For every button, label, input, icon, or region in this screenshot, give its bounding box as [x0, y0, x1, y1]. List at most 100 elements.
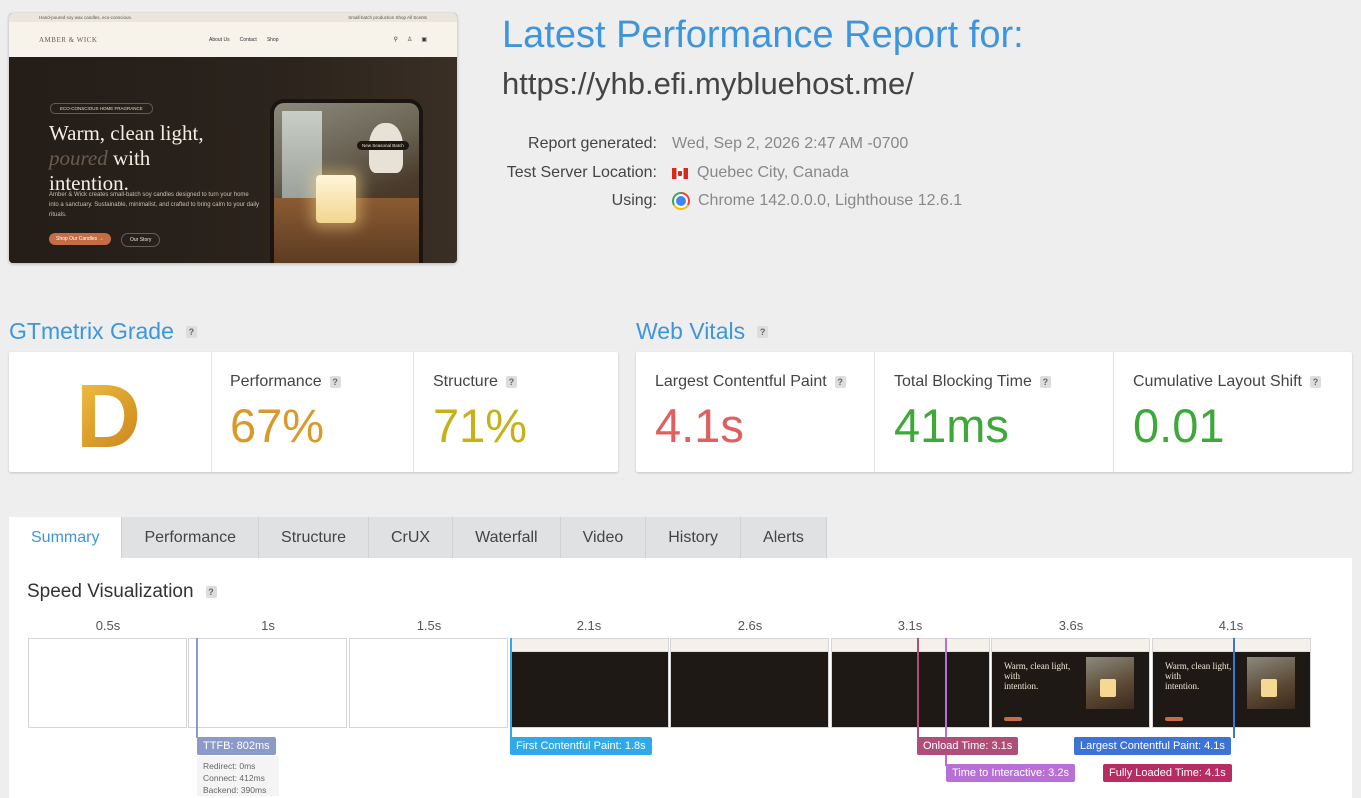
- grade-help-icon[interactable]: ?: [185, 325, 197, 338]
- filmstrip-frame-blank[interactable]: [188, 638, 347, 728]
- thumb-cart-icon: ▣: [421, 37, 427, 43]
- thumb-nav-about: About Us: [209, 36, 230, 43]
- filmstrip-frame-hero[interactable]: Warm, clean light, with intention.: [1152, 638, 1311, 728]
- cls-cell: Cumulative Layout Shift? 0.01: [1114, 352, 1352, 472]
- chrome-icon: [672, 192, 690, 210]
- tab-alerts[interactable]: Alerts: [741, 517, 827, 558]
- tab-video[interactable]: Video: [560, 517, 647, 558]
- structure-value: 71%: [433, 399, 528, 452]
- report-tabs: Summary Performance Structure CrUX Water…: [9, 517, 827, 558]
- thumb-topbar-right: Small-batch production Shop All Scents: [348, 15, 427, 20]
- tbt-cell: Total Blocking Time? 41ms: [875, 352, 1114, 472]
- structure-label: Structure: [433, 373, 498, 390]
- thumb-candle-photo: [274, 103, 419, 263]
- time-label: 4.1s: [1218, 618, 1244, 633]
- filmstrip-frame-blank[interactable]: [28, 638, 187, 728]
- connect-time: Connect: 412ms: [203, 773, 265, 783]
- location-value-row: Quebec City, Canada: [672, 164, 849, 182]
- location-label: Test Server Location:: [506, 164, 657, 181]
- performance-help-icon[interactable]: ?: [329, 376, 341, 388]
- using-value: Chrome 142.0.0.0, Lighthouse 12.6.1: [698, 192, 963, 209]
- speed-visualization-heading: Speed Visualization ?: [27, 581, 217, 603]
- lcp-label: Largest Contentful Paint: [655, 373, 827, 390]
- time-label: 1.5s: [416, 618, 442, 633]
- tbt-value: 41ms: [894, 399, 1009, 452]
- thumb-pill: ECO-CONSCIOUS HOME FRAGRANCE: [50, 103, 153, 114]
- lcp-marker: Largest Contentful Paint: 4.1s: [1074, 737, 1231, 755]
- vitals-help-icon[interactable]: ?: [757, 325, 769, 338]
- gtmetrix-grade-title: GTmetrix Grade: [9, 318, 174, 344]
- thumb-hero: ECO-CONSCIOUS HOME FRAGRANCE Warm, clean…: [9, 57, 457, 263]
- thumb-search-icon: ⚲: [393, 37, 398, 43]
- cls-help-icon[interactable]: ?: [1309, 376, 1321, 388]
- time-label: 0.5s: [95, 618, 121, 633]
- speed-help-icon[interactable]: ?: [205, 586, 217, 598]
- thumb-headline-with: with: [107, 146, 151, 170]
- thumb-shop-button: Shop Our Candles →: [49, 233, 111, 245]
- cls-value: 0.01: [1133, 399, 1225, 452]
- tab-summary[interactable]: Summary: [9, 517, 123, 558]
- tti-marker: Time to Interactive: 3.2s: [946, 764, 1075, 782]
- report-generated-label: Report generated:: [528, 135, 657, 152]
- thumb-headline-italic: poured: [49, 146, 108, 170]
- grade-cell: D: [9, 352, 212, 472]
- web-vitals-title: Web Vitals: [636, 318, 746, 344]
- thumb-lede: Amber & Wick creates small-batch soy can…: [49, 192, 259, 218]
- thumb-logo: AMBER & WICK: [39, 35, 98, 44]
- thumb-headline-line2: poured with: [49, 146, 204, 171]
- onload-line: [917, 638, 919, 738]
- tab-history[interactable]: History: [646, 517, 742, 558]
- lcp-value: 4.1s: [655, 399, 744, 452]
- thumb-nav-shop: Shop: [266, 36, 279, 43]
- tab-crux[interactable]: CrUX: [368, 517, 454, 558]
- filmstrip-headline: Warm, clean light, with intention.: [1165, 661, 1232, 691]
- lcp-line: [1233, 638, 1235, 738]
- performance-value: 67%: [230, 399, 325, 452]
- lcp-help-icon[interactable]: ?: [834, 376, 846, 388]
- thumb-nav-contact: Contact: [239, 36, 257, 43]
- redirect-time: Redirect: 0ms: [203, 761, 256, 771]
- ttfb-breakdown: Redirect: 0ms Connect: 412ms Backend: 39…: [197, 756, 279, 796]
- filmstrip-frame-dark[interactable]: [831, 638, 990, 728]
- thumb-headline: Warm, clean light, poured with intention…: [49, 121, 204, 196]
- grade-letter: D: [76, 367, 141, 467]
- fcp-marker: First Contentful Paint: 1.8s: [510, 737, 652, 755]
- location-value: Quebec City, Canada: [697, 164, 849, 181]
- filmstrip-frame-dark[interactable]: [510, 638, 669, 728]
- performance-label: Performance: [230, 373, 322, 390]
- cls-label: Cumulative Layout Shift: [1133, 373, 1302, 390]
- filmstrip-frame-hero[interactable]: Warm, clean light, with intention.: [991, 638, 1150, 728]
- tab-structure[interactable]: Structure: [259, 517, 369, 558]
- time-label: 2.1s: [576, 618, 602, 633]
- thumb-badge: New Seasonal Batch: [357, 141, 409, 150]
- thumb-topbar: Hand-poured soy wax candles, eco-conscio…: [9, 13, 457, 22]
- tbt-label: Total Blocking Time: [894, 373, 1032, 390]
- filmstrip-headline: Warm, clean light, with intention.: [1004, 661, 1071, 691]
- tbt-help-icon[interactable]: ?: [1039, 376, 1051, 388]
- web-vitals-heading: Web Vitals ?: [636, 318, 769, 345]
- time-label: 3.6s: [1058, 618, 1084, 633]
- tab-performance[interactable]: Performance: [122, 517, 260, 558]
- filmstrip-frame-dark[interactable]: [670, 638, 829, 728]
- fcp-line: [510, 638, 512, 738]
- performance-cell: Performance? 67%: [211, 352, 414, 472]
- report-url[interactable]: https://yhb.efi.mybluehost.me/: [502, 66, 914, 102]
- gtmetrix-grade-heading: GTmetrix Grade ?: [9, 318, 197, 345]
- time-label: 1s: [261, 618, 275, 633]
- thumb-headline-line1: Warm, clean light,: [49, 121, 204, 145]
- canada-flag-icon: [672, 167, 688, 179]
- tab-waterfall[interactable]: Waterfall: [453, 517, 561, 558]
- lcp-cell: Largest Contentful Paint? 4.1s: [636, 352, 875, 472]
- speed-visualization-title: Speed Visualization: [27, 581, 194, 602]
- ttfb-marker: TTFB: 802ms: [197, 737, 276, 755]
- grade-card: D Performance? 67% Structure? 71%: [9, 352, 618, 472]
- report-title: Latest Performance Report for:: [502, 14, 1024, 56]
- using-value-row: Chrome 142.0.0.0, Lighthouse 12.6.1: [672, 192, 962, 210]
- thumb-nav: AMBER & WICK About Us Contact Shop ⚲ ♙ ▣: [9, 22, 457, 57]
- filmstrip-frame-blank[interactable]: [349, 638, 508, 728]
- thumb-story-button: Our Story: [121, 233, 161, 247]
- using-label: Using:: [611, 192, 657, 209]
- backend-time: Backend: 390ms: [203, 785, 267, 795]
- structure-help-icon[interactable]: ?: [505, 376, 517, 388]
- report-generated-value: Wed, Sep 2, 2026 2:47 AM -0700: [672, 135, 909, 152]
